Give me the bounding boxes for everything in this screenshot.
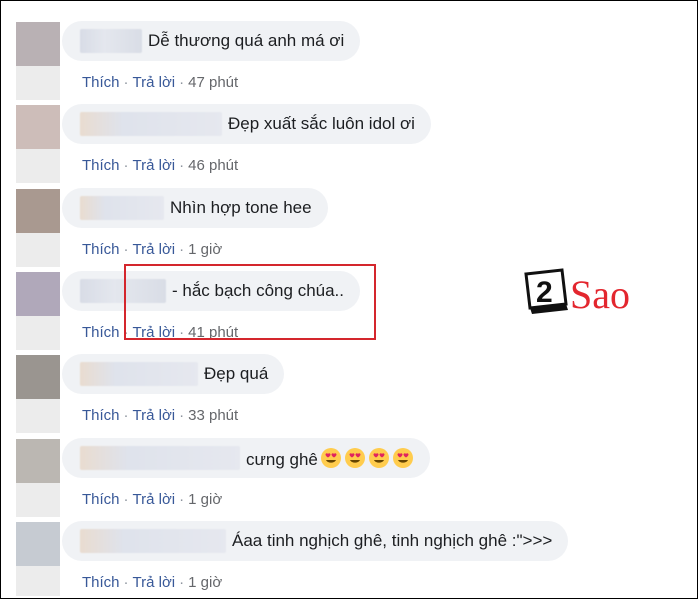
comment-item: Dễ thương quá anh má ơi Thích · Trả lời · 47…	[0, 16, 700, 100]
comment-text: Đẹp xuất sắc luôn idol ơi	[228, 114, 415, 133]
separator: ·	[123, 574, 129, 591]
avatar[interactable]	[16, 355, 60, 399]
separator: ·	[123, 241, 129, 258]
comment-actions: Thích · Trả lời · 33 phút	[82, 407, 238, 424]
comment-text: cưng ghê	[246, 447, 430, 470]
separator: ·	[179, 241, 185, 258]
comment-bubble: cưng ghê	[62, 438, 430, 478]
like-link[interactable]: Thích	[82, 157, 120, 174]
heart-eyes-emoji	[320, 447, 341, 468]
comment-item: cưng ghê Thích · Trả lời · 1 giờ	[0, 433, 700, 517]
blurred-author-name[interactable]	[80, 196, 164, 220]
heart-eyes-emoji	[344, 447, 365, 468]
comment-bubble: Áaa tinh nghịch ghê, tinh nghịch ghê :">…	[62, 521, 569, 561]
comment-actions: Thích · Trả lời · 1 giờ	[82, 241, 222, 258]
separator: ·	[123, 74, 129, 91]
comment-item: Áaa tinh nghịch ghê, tinh nghịch ghê :">…	[0, 516, 700, 600]
blurred-author-name[interactable]	[80, 362, 198, 386]
reply-link[interactable]: Trả lời	[133, 574, 176, 591]
blurred-author-name[interactable]	[80, 529, 226, 553]
comment-text: Áaa tinh nghịch ghê, tinh nghịch ghê :">…	[232, 531, 553, 550]
separator: ·	[123, 407, 129, 424]
timestamp[interactable]: 47 phút	[188, 74, 238, 91]
comment-actions: Thích · Trả lời · 1 giờ	[82, 491, 222, 508]
avatar[interactable]	[16, 105, 60, 149]
blurred-author-name[interactable]	[80, 29, 142, 53]
logo-number: 2	[536, 276, 553, 309]
separator: ·	[179, 407, 185, 424]
like-link[interactable]: Thích	[82, 324, 120, 341]
blurred-author-name[interactable]	[80, 112, 222, 136]
comment-bubble: Đẹp quá	[62, 354, 285, 394]
like-link[interactable]: Thích	[82, 241, 120, 258]
blurred-author-name[interactable]	[80, 446, 240, 470]
comment-text-content: cưng ghê	[246, 449, 318, 469]
avatar-shadow	[16, 483, 60, 517]
comment-item: Nhìn hợp tone hee Thích · Trả lời · 1 giờ	[0, 183, 700, 267]
separator: ·	[179, 491, 185, 508]
highlight-box	[124, 264, 376, 340]
timestamp[interactable]: 1 giờ	[188, 241, 222, 258]
reply-link[interactable]: Trả lời	[133, 241, 176, 258]
timestamp[interactable]: 46 phút	[188, 157, 238, 174]
avatar-shadow	[16, 399, 60, 433]
heart-eyes-emoji	[392, 447, 413, 468]
like-link[interactable]: Thích	[82, 407, 120, 424]
timestamp[interactable]: 33 phút	[188, 407, 238, 424]
avatar[interactable]	[16, 272, 60, 316]
avatar[interactable]	[16, 439, 60, 483]
separator: ·	[179, 574, 185, 591]
avatar-shadow	[16, 233, 60, 267]
reply-link[interactable]: Trả lời	[133, 74, 176, 91]
comment-text: Đẹp quá	[204, 364, 269, 383]
comment-text: Dễ thương quá anh má ơi	[148, 31, 345, 50]
reply-link[interactable]: Trả lời	[133, 157, 176, 174]
separator: ·	[123, 157, 129, 174]
avatar[interactable]	[16, 22, 60, 66]
separator: ·	[179, 157, 185, 174]
comment-actions: Thích · Trả lời · 46 phút	[82, 157, 238, 174]
like-link[interactable]: Thích	[82, 74, 120, 91]
like-link[interactable]: Thích	[82, 491, 120, 508]
timestamp[interactable]: 1 giờ	[188, 574, 222, 591]
comment-item: Đẹp quá Thích · Trả lời · 33 phút	[0, 349, 700, 433]
comment-bubble: Đẹp xuất sắc luôn idol ơi	[62, 104, 431, 144]
comment-actions: Thích · Trả lời · 1 giờ	[82, 574, 222, 591]
separator: ·	[179, 74, 185, 91]
comment-actions: Thích · Trả lời · 47 phút	[82, 74, 238, 91]
avatar-shadow	[16, 566, 60, 596]
like-link[interactable]: Thích	[82, 574, 120, 591]
comment-item: Đẹp xuất sắc luôn idol ơi Thích · Trả lời ·…	[0, 99, 700, 183]
avatar-shadow	[16, 149, 60, 183]
comment-bubble: Dễ thương quá anh má ơi	[62, 21, 361, 61]
avatar-shadow	[16, 316, 60, 350]
avatar[interactable]	[16, 522, 60, 566]
reply-link[interactable]: Trả lời	[133, 491, 176, 508]
separator: ·	[123, 491, 129, 508]
timestamp[interactable]: 1 giờ	[188, 491, 222, 508]
comment-bubble: Nhìn hợp tone hee	[62, 188, 328, 228]
reply-link[interactable]: Trả lời	[133, 407, 176, 424]
heart-eyes-emoji	[368, 447, 389, 468]
2sao-logo: 2 Sao	[524, 268, 630, 316]
avatar-shadow	[16, 66, 60, 100]
comment-text: Nhìn hợp tone hee	[170, 198, 312, 217]
logo-word: Sao	[570, 272, 630, 316]
avatar[interactable]	[16, 189, 60, 233]
